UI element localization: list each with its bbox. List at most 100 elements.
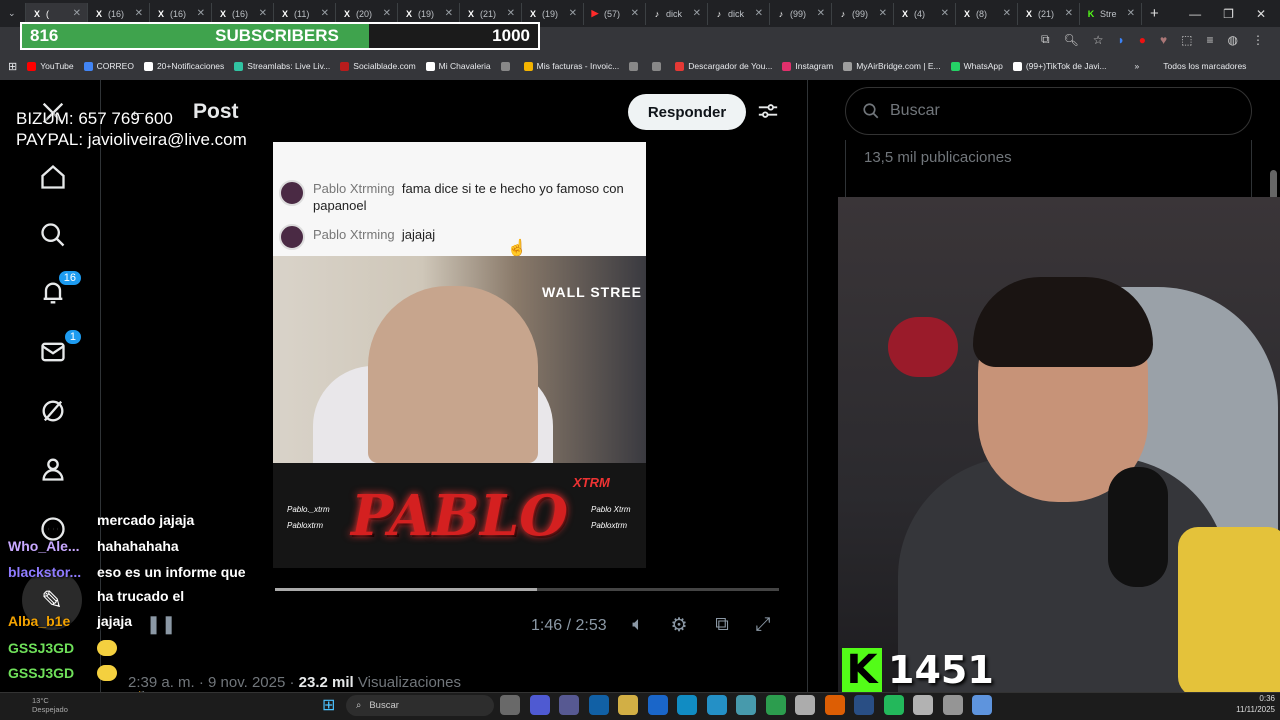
bookmark-item[interactable]: Mis facturas - Invoic... [523, 61, 619, 71]
edge-icon[interactable] [677, 695, 697, 715]
zoom-icon[interactable]: 🔍︎ [1064, 33, 1079, 47]
video-player[interactable]: Pablo Xtrming fama dice si te e hecho yo… [273, 142, 646, 568]
close-tab-icon[interactable]: ✕ [321, 8, 329, 19]
browser-tab[interactable]: ♪ (99) ✕ [832, 2, 894, 25]
pip-icon[interactable]: ⧉ [710, 614, 734, 638]
nav-profile-icon[interactable] [36, 452, 70, 486]
extension-icon[interactable]: ◗ [1118, 33, 1125, 47]
taskbar-clock[interactable]: 0:36 11/11/2025 [1220, 693, 1275, 715]
close-tab-icon[interactable]: ✕ [817, 8, 825, 19]
close-tab-icon[interactable]: ✕ [1065, 8, 1073, 19]
close-window-button[interactable]: ✕ [1256, 7, 1266, 21]
nav-notifications-icon[interactable]: 16 [36, 270, 82, 310]
fullscreen-icon[interactable]: ⤢ [751, 614, 775, 638]
browser-tab[interactable]: X (21) ✕ [1018, 2, 1080, 25]
close-tab-icon[interactable]: ✕ [197, 8, 205, 19]
close-tab-icon[interactable]: ✕ [941, 8, 949, 19]
chrome-icon[interactable] [647, 695, 668, 715]
nav-grok-icon[interactable] [36, 394, 70, 428]
bookmark-item[interactable] [500, 61, 514, 71]
all-bookmarks-button[interactable]: Todos los marcadores [1163, 61, 1246, 71]
close-tab-icon[interactable]: ✕ [445, 8, 453, 19]
discord-icon[interactable] [529, 695, 550, 715]
close-tab-icon[interactable]: ✕ [73, 8, 81, 19]
app-icon[interactable] [765, 695, 786, 715]
browser-tab[interactable]: ▶ (57) ✕ [584, 2, 646, 25]
bookmark-item[interactable]: YouTube [27, 61, 74, 71]
filter-icon[interactable] [757, 100, 779, 122]
bookmark-item[interactable]: MyAirBridge.com | E... [843, 61, 941, 71]
app-icon[interactable] [824, 695, 845, 715]
restore-button[interactable]: ❐ [1223, 7, 1234, 21]
close-tab-icon[interactable]: ✕ [259, 8, 267, 19]
browser-tab[interactable]: X (8) ✕ [956, 2, 1018, 25]
outlook-icon[interactable] [588, 695, 609, 715]
obs-icon[interactable] [795, 695, 815, 715]
apps-grid-icon[interactable]: ⊞ [8, 60, 17, 73]
minimize-button[interactable]: — [1189, 7, 1201, 21]
bookmark-item[interactable]: Socialblade.com [340, 61, 416, 71]
bookmark-item[interactable]: (99+)TikTok de Javi... [1012, 61, 1107, 71]
close-tab-icon[interactable]: ✕ [569, 8, 577, 19]
taskbar-search[interactable]: ⌕ Buscar [346, 695, 494, 716]
browser-tab[interactable]: ♪ dick ✕ [646, 2, 708, 25]
extension-icon[interactable]: ● [1139, 33, 1146, 47]
bookmark-item[interactable]: WhatsApp [950, 61, 1003, 71]
volume-icon[interactable]: 🔈︎ [626, 614, 650, 638]
browser-tab[interactable]: ♪ (99) ✕ [770, 2, 832, 25]
weather-widget[interactable]: 13°C Despejado [32, 696, 68, 714]
settings-gear-icon[interactable]: ⚙ [667, 614, 691, 638]
close-tab-icon[interactable]: ✕ [507, 8, 515, 19]
back-arrow-icon[interactable]: ← [128, 100, 148, 123]
telegram-icon[interactable] [706, 695, 727, 715]
bookmark-item[interactable]: Mi Chavaleria [425, 61, 491, 71]
nav-search-icon[interactable] [36, 218, 70, 252]
teams-icon[interactable] [559, 695, 579, 715]
pause-icon[interactable]: ❚❚ [146, 614, 176, 635]
profile-avatar[interactable]: ◍ [1228, 33, 1238, 47]
extension-icon[interactable]: ♥ [1160, 33, 1167, 47]
nav-home-icon[interactable] [36, 160, 70, 194]
bookmark-item[interactable]: Streamlabs: Live Liv... [234, 61, 330, 71]
install-app-icon[interactable]: ⧉ [1041, 32, 1050, 47]
video-progress-bar[interactable] [275, 588, 779, 591]
app-icon[interactable] [942, 695, 963, 715]
close-tab-icon[interactable]: ✕ [1003, 8, 1011, 19]
messages-badge: 1 [63, 329, 82, 345]
browser-tab[interactable]: K Stre ✕ [1080, 2, 1142, 25]
bookmark-item[interactable] [629, 61, 642, 71]
tab-label: (19) [542, 8, 559, 19]
bookmark-star-icon[interactable]: ☆ [1093, 33, 1104, 47]
app-icon[interactable] [736, 695, 756, 715]
bookmark-item[interactable]: Descargador de You... [675, 61, 772, 71]
whatsapp-icon[interactable] [883, 695, 904, 715]
file-explorer-icon[interactable] [618, 695, 638, 715]
close-tab-icon[interactable]: ✕ [879, 8, 887, 19]
bookmark-item[interactable]: 20+Notificaciones [143, 61, 224, 71]
new-tab-button[interactable]: + [1142, 5, 1159, 22]
bookmark-item[interactable]: Instagram [782, 61, 833, 71]
app-icon[interactable] [854, 695, 874, 715]
close-tab-icon[interactable]: ✕ [755, 8, 763, 19]
browser-tab[interactable]: X (4) ✕ [894, 2, 956, 25]
reply-button[interactable]: Responder [628, 94, 746, 130]
windows-start-icon[interactable]: ⊞ [322, 695, 335, 715]
search-input[interactable]: Buscar [845, 87, 1252, 135]
close-tab-icon[interactable]: ✕ [383, 8, 391, 19]
close-tab-icon[interactable]: ✕ [693, 8, 701, 19]
scrollbar-thumb[interactable] [1270, 170, 1277, 200]
close-tab-icon[interactable]: ✕ [135, 8, 143, 19]
reading-list-icon[interactable]: ≡ [1207, 33, 1214, 47]
close-tab-icon[interactable]: ✕ [1127, 8, 1135, 19]
settings-icon[interactable] [972, 695, 992, 715]
task-view-icon[interactable] [500, 695, 520, 715]
menu-icon[interactable]: ⋮ [1252, 33, 1264, 47]
app-icon[interactable] [913, 695, 933, 715]
browser-tab[interactable]: ♪ dick ✕ [708, 2, 770, 25]
bookmarks-more-button[interactable]: » [1135, 61, 1140, 71]
nav-messages-icon[interactable]: 1 [36, 329, 82, 369]
bookmark-item[interactable] [652, 61, 665, 71]
bookmark-item[interactable]: CORREO [83, 61, 134, 71]
extensions-puzzle-icon[interactable]: ⬚ [1181, 33, 1192, 47]
close-tab-icon[interactable]: ✕ [631, 8, 639, 19]
